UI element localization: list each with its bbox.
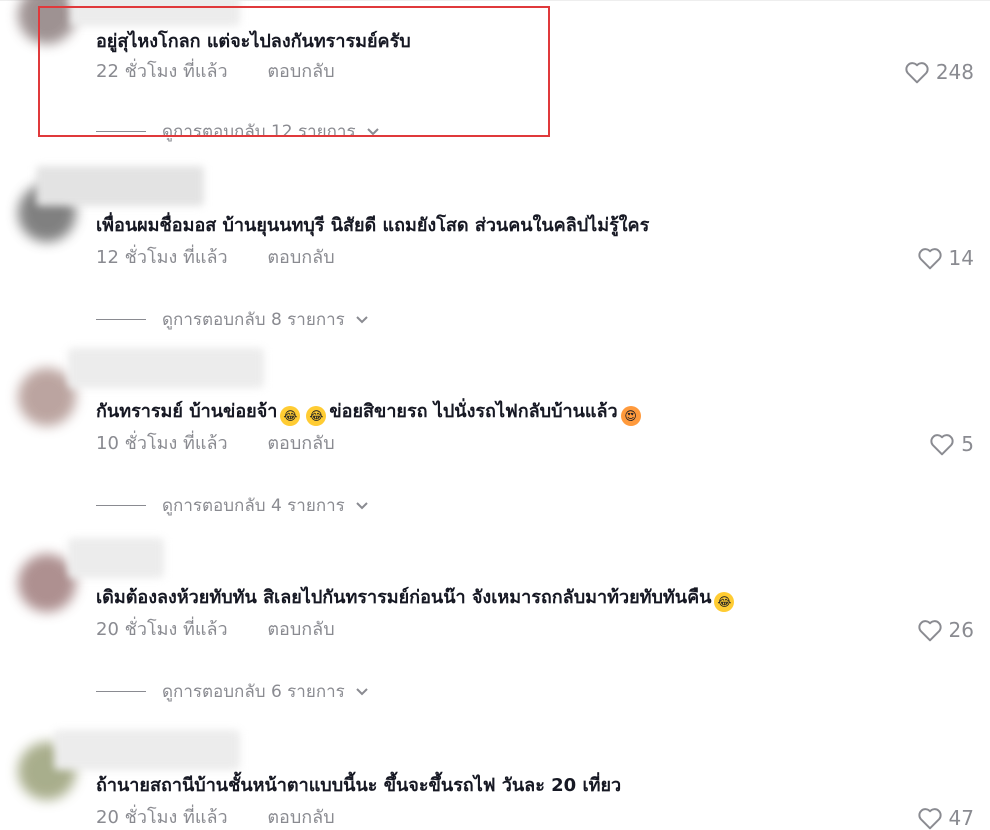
timestamp: 12 ชั่วโมง ที่แล้ว [96,247,228,268]
like-button[interactable]: 47 [917,806,974,830]
heart-outline-icon [930,434,954,456]
divider-line [96,505,146,506]
timestamp: 20 ชั่วโมง ที่แล้ว [96,807,228,828]
comment-text: อยู่สุไหงโกลก แต่จะไปลงกันทรารมย์ครับ [96,31,411,52]
username-redacted [70,0,240,26]
heart-outline-icon [917,248,942,270]
comment-meta: 22 ชั่วโมง ที่แล้ว ตอบกลับ [96,60,335,84]
timestamp: 22 ชั่วโมง ที่แล้ว [96,61,228,82]
comment-text: กันทรารมย์ บ้านข่อยจ้า 😂 😂 ข่อยสิขายรถ ไปนั… [96,400,644,426]
comment-meta: 20 ชั่วโมง ที่แล้ว ตอบกลับ [96,806,335,830]
comment-text: เดิมต้องลงห้วยทับทัน สิเลยไปกันทรารมย์ก่… [96,586,737,612]
like-count: 5 [961,432,974,456]
comment-text-part: เดิมต้องลงห้วยทับทัน สิเลยไปกันทรารมย์ก่… [96,587,712,608]
heart-outline-icon [917,620,942,642]
comment-text: เพื่อนผมชื่อมอส บ้านยุนนทบุรี นิสัยดี แถ… [96,215,650,236]
chevron-down-icon [356,501,368,509]
like-count: 248 [935,60,974,84]
view-replies-label: ดูการตอบกลับ 6 รายการ [162,682,345,702]
like-count: 26 [948,618,974,642]
avatar[interactable] [18,0,76,44]
view-replies-button[interactable]: ดูการตอบกลับ 4 รายการ [96,492,369,519]
username-redacted [68,538,164,578]
view-replies-label: ดูการตอบกลับ 12 รายการ [162,122,356,142]
comment-meta: 10 ชั่วโมง ที่แล้ว ตอบกลับ [96,432,335,456]
chevron-down-icon [366,127,379,135]
chevron-down-icon [356,687,368,695]
chevron-down-icon [356,315,368,323]
username-redacted [68,348,264,388]
view-replies-label: ดูการตอบกลับ 8 รายการ [162,310,345,330]
heart-outline-icon [917,808,942,830]
view-replies-button[interactable]: ดูการตอบกลับ 12 รายการ [96,118,380,145]
comment-meta: 12 ชั่วโมง ที่แล้ว ตอบกลับ [96,246,335,270]
divider-line [96,691,146,692]
reply-button[interactable]: ตอบกลับ [267,61,334,82]
reply-button[interactable]: ตอบกลับ [267,433,334,454]
username-redacted [54,730,240,770]
rofl-emoji: 😂 [280,406,301,426]
like-button[interactable]: 14 [917,246,974,270]
like-count: 47 [948,806,974,830]
reply-button[interactable]: ตอบกลับ [267,247,334,268]
heart-eyes-emoji: 😍 [620,406,641,426]
rofl-emoji: 😂 [306,406,327,426]
like-button[interactable]: 5 [929,432,974,456]
like-button[interactable]: 26 [917,618,974,642]
heart-outline-icon [905,62,929,84]
rofl-emoji: 😂 [714,592,735,612]
divider-line [96,131,146,132]
like-count: 14 [948,246,974,270]
reply-button[interactable]: ตอบกลับ [267,619,334,640]
view-replies-button[interactable]: ดูการตอบกลับ 8 รายการ [96,306,369,333]
comment-text-part: กันทรารมย์ บ้านข่อยจ้า [96,401,278,422]
reply-button[interactable]: ตอบกลับ [267,807,334,828]
divider-line [96,319,146,320]
view-replies-label: ดูการตอบกลับ 4 รายการ [162,496,345,516]
comment-meta: 20 ชั่วโมง ที่แล้ว ตอบกลับ [96,618,335,642]
like-button[interactable]: 248 [904,60,974,84]
timestamp: 20 ชั่วโมง ที่แล้ว [96,619,228,640]
view-replies-button[interactable]: ดูการตอบกลับ 6 รายการ [96,678,369,705]
comment-text-part: ข่อยสิขายรถ ไปนั่งรถไฟกลับบ้านแล้ว [329,401,618,422]
username-redacted [36,166,204,206]
comment-text: ถ้านายสถานีบ้านชั้นหน้าตาแบบนี้นะ ขึ้นจะ… [96,775,622,796]
timestamp: 10 ชั่วโมง ที่แล้ว [96,433,228,454]
